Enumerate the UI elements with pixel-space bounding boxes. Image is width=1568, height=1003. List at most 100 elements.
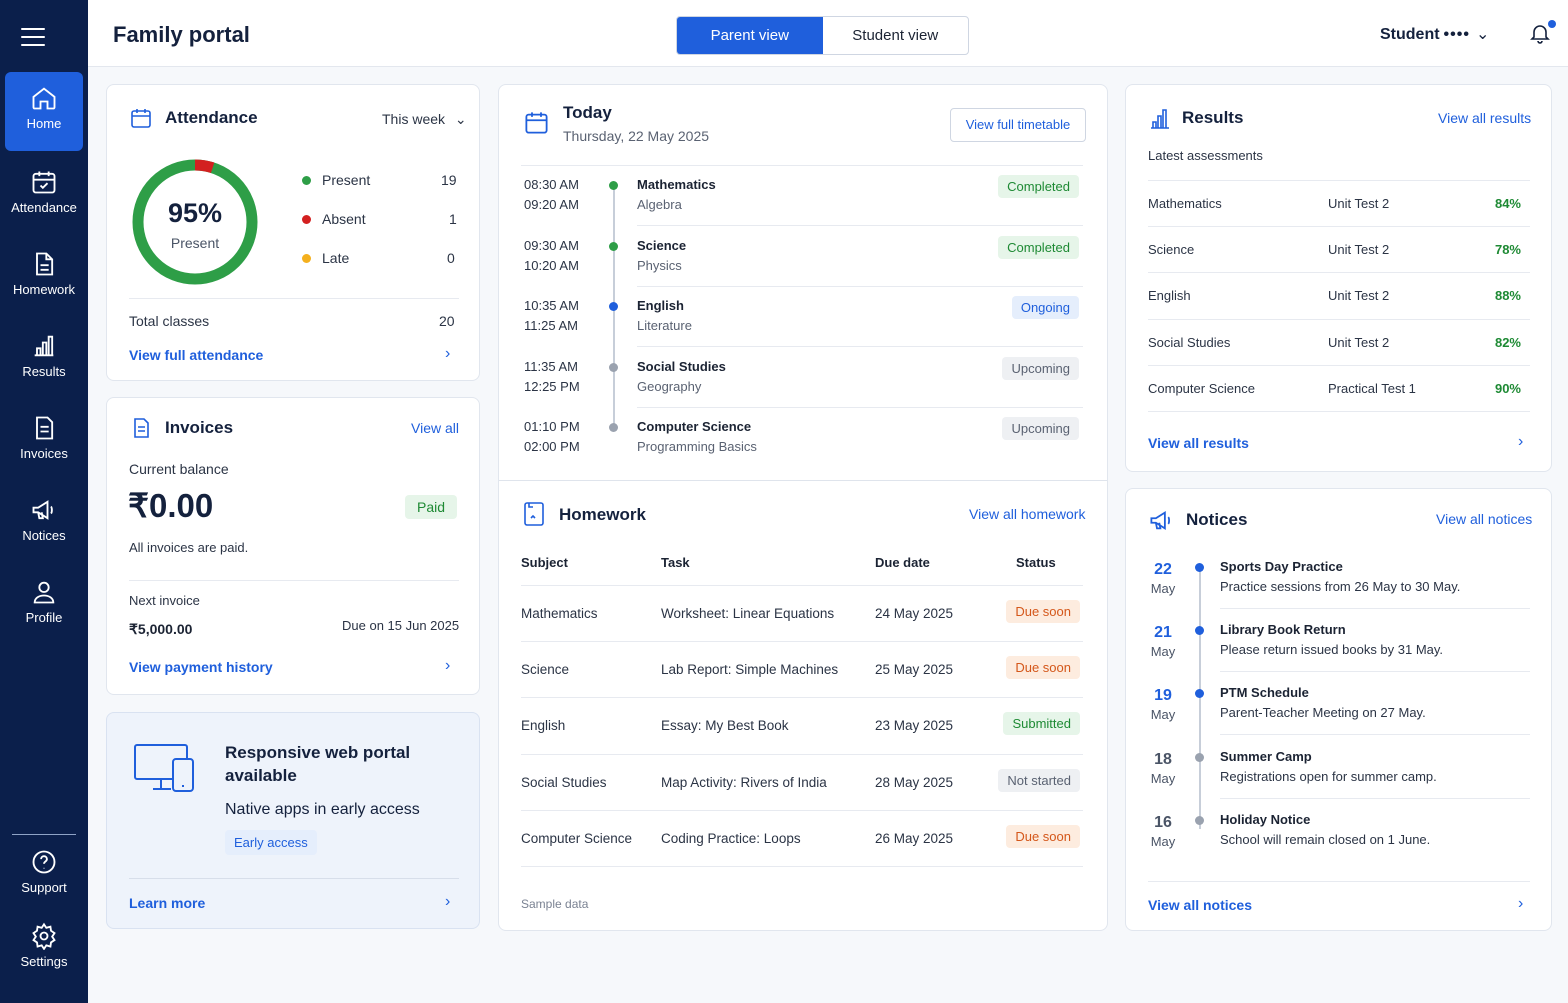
timeline-dot <box>609 302 618 311</box>
homework-subject: Mathematics <box>521 606 598 621</box>
view-all-results-link[interactable]: View all results <box>1148 435 1249 451</box>
sidebar-item-homework[interactable]: Homework <box>5 238 83 317</box>
chevron-right-icon[interactable]: › <box>1518 433 1523 451</box>
notification-bell[interactable] <box>1528 20 1556 51</box>
homework-status-badge: Due soon <box>1006 656 1080 680</box>
view-all-notices-link[interactable]: View all notices <box>1148 897 1252 913</box>
col-subject-header: Subject <box>521 555 568 570</box>
timeline-dot <box>1195 626 1204 636</box>
balance-label: Current balance <box>129 461 229 477</box>
result-subject: Computer Science <box>1148 380 1255 396</box>
chevron-right-icon[interactable]: › <box>1518 895 1523 913</box>
learn-more-link[interactable]: Learn more <box>129 895 205 911</box>
homework-icon <box>524 502 544 526</box>
session-status-badge: Completed <box>998 175 1079 198</box>
chevron-right-icon[interactable]: › <box>445 893 450 911</box>
student-view-tab[interactable]: Student view <box>823 17 969 54</box>
divider <box>1148 180 1530 181</box>
sidebar-item-results[interactable]: Results <box>5 320 83 399</box>
sidebar-item-home[interactable]: Home <box>5 72 83 151</box>
view-full-timetable-button[interactable]: View full timetable <box>950 108 1086 142</box>
divider <box>1148 411 1530 412</box>
notice-text: Parent-Teacher Meeting on 27 May. <box>1220 705 1426 721</box>
present-value: 19 <box>441 172 457 188</box>
sidebar-item-attendance[interactable]: Attendance <box>5 156 83 235</box>
absent-label: Absent <box>322 211 366 227</box>
session-start: 09:30 AM <box>524 237 579 253</box>
user-icon <box>33 581 55 604</box>
session-status-badge: Upcoming <box>1002 356 1079 380</box>
results-view-all-link[interactable]: View all results <box>1438 110 1531 126</box>
session-status-badge: Ongoing <box>1011 296 1079 319</box>
notice-text: Practice sessions from 26 May to 30 May. <box>1220 579 1461 594</box>
timeline-dot <box>1195 689 1204 699</box>
today-title: Today <box>563 103 612 122</box>
col-due-header: Due date <box>875 555 930 570</box>
notice-month: May <box>1150 707 1176 723</box>
timeline-dot <box>609 241 618 251</box>
footnote: Sample data <box>521 897 589 911</box>
divider <box>637 346 1083 347</box>
timeline-dot <box>1195 815 1204 825</box>
divider <box>521 753 1083 755</box>
invoices-view-all-link[interactable]: View all <box>411 420 459 436</box>
chevron-right-icon[interactable]: › <box>445 657 450 675</box>
sidebar-item-support[interactable]: Support <box>5 836 83 915</box>
bar-chart-icon <box>1151 109 1169 129</box>
divider <box>1148 318 1530 320</box>
sidebar-item-invoices[interactable]: Invoices <box>5 402 83 481</box>
homework-status-badge: Due soon <box>1006 600 1080 623</box>
help-icon <box>32 850 56 874</box>
result-test: Unit Test 2 <box>1328 242 1390 258</box>
late-label: Late <box>322 250 350 266</box>
session-topic: Physics <box>637 257 682 273</box>
chevron-right-icon[interactable]: › <box>445 345 450 363</box>
result-test: Unit Test 2 <box>1328 196 1390 211</box>
sidebar-item-settings[interactable]: Settings <box>5 910 83 989</box>
divider <box>521 866 1083 867</box>
sidebar-item-label: Support <box>21 880 67 895</box>
session-start: 10:35 AM <box>524 298 579 313</box>
divider <box>521 697 1083 699</box>
view-payment-history-link[interactable]: View payment history <box>129 659 273 675</box>
sidebar-item-notices[interactable]: Notices <box>5 484 83 563</box>
result-score: 82% <box>1494 334 1521 350</box>
sidebar-item-profile[interactable]: Profile <box>5 566 83 645</box>
absent-value: 1 <box>449 211 457 227</box>
view-all-homework-link[interactable]: View all homework <box>969 506 1085 522</box>
result-subject: Social Studies <box>1148 334 1231 350</box>
session-end: 12:25 PM <box>524 378 580 394</box>
divider <box>1220 671 1530 673</box>
notice-text: Please return issued books by 31 May. <box>1220 642 1444 658</box>
notice-text: Registrations open for summer camp. <box>1220 768 1437 784</box>
next-invoice-amount: ₹5,000.00 <box>129 621 193 637</box>
session-end: 02:00 PM <box>524 439 580 454</box>
total-classes-label: Total classes <box>129 313 210 329</box>
session-end: 09:20 AM <box>524 197 579 212</box>
divider <box>521 809 1083 811</box>
timeline-dot <box>1195 563 1204 572</box>
notice-month: May <box>1150 581 1176 596</box>
user-menu[interactable]: Student •••• ⌄ <box>1380 24 1489 44</box>
notification-dot <box>1548 20 1556 28</box>
divider <box>637 225 1083 226</box>
period-select[interactable]: This week ⌄ <box>382 111 467 128</box>
paid-badge: Paid <box>405 495 458 519</box>
notice-day: 21 <box>1154 624 1172 642</box>
view-switcher: Parent view Student view <box>676 16 969 55</box>
session-topic: Programming Basics <box>637 439 757 454</box>
sidebar-item-label: Homework <box>12 282 76 297</box>
notice-day: 18 <box>1154 750 1172 768</box>
notices-view-all-link[interactable]: View all notices <box>1436 511 1532 527</box>
sidebar-item-label: Profile <box>25 610 63 625</box>
notice-month: May <box>1150 770 1176 786</box>
early-access-chip: Early access <box>225 830 317 855</box>
view-full-attendance-link[interactable]: View full attendance <box>129 347 263 363</box>
sidebar: Home Attendance Homework Results Invoice… <box>0 0 88 1003</box>
divider <box>521 165 1083 166</box>
parent-view-tab[interactable]: Parent view <box>677 17 823 54</box>
menu-icon[interactable] <box>21 28 45 48</box>
results-title: Results <box>1182 108 1244 127</box>
attendance-percent-label: Present <box>170 235 220 251</box>
devices-icon <box>134 744 194 792</box>
